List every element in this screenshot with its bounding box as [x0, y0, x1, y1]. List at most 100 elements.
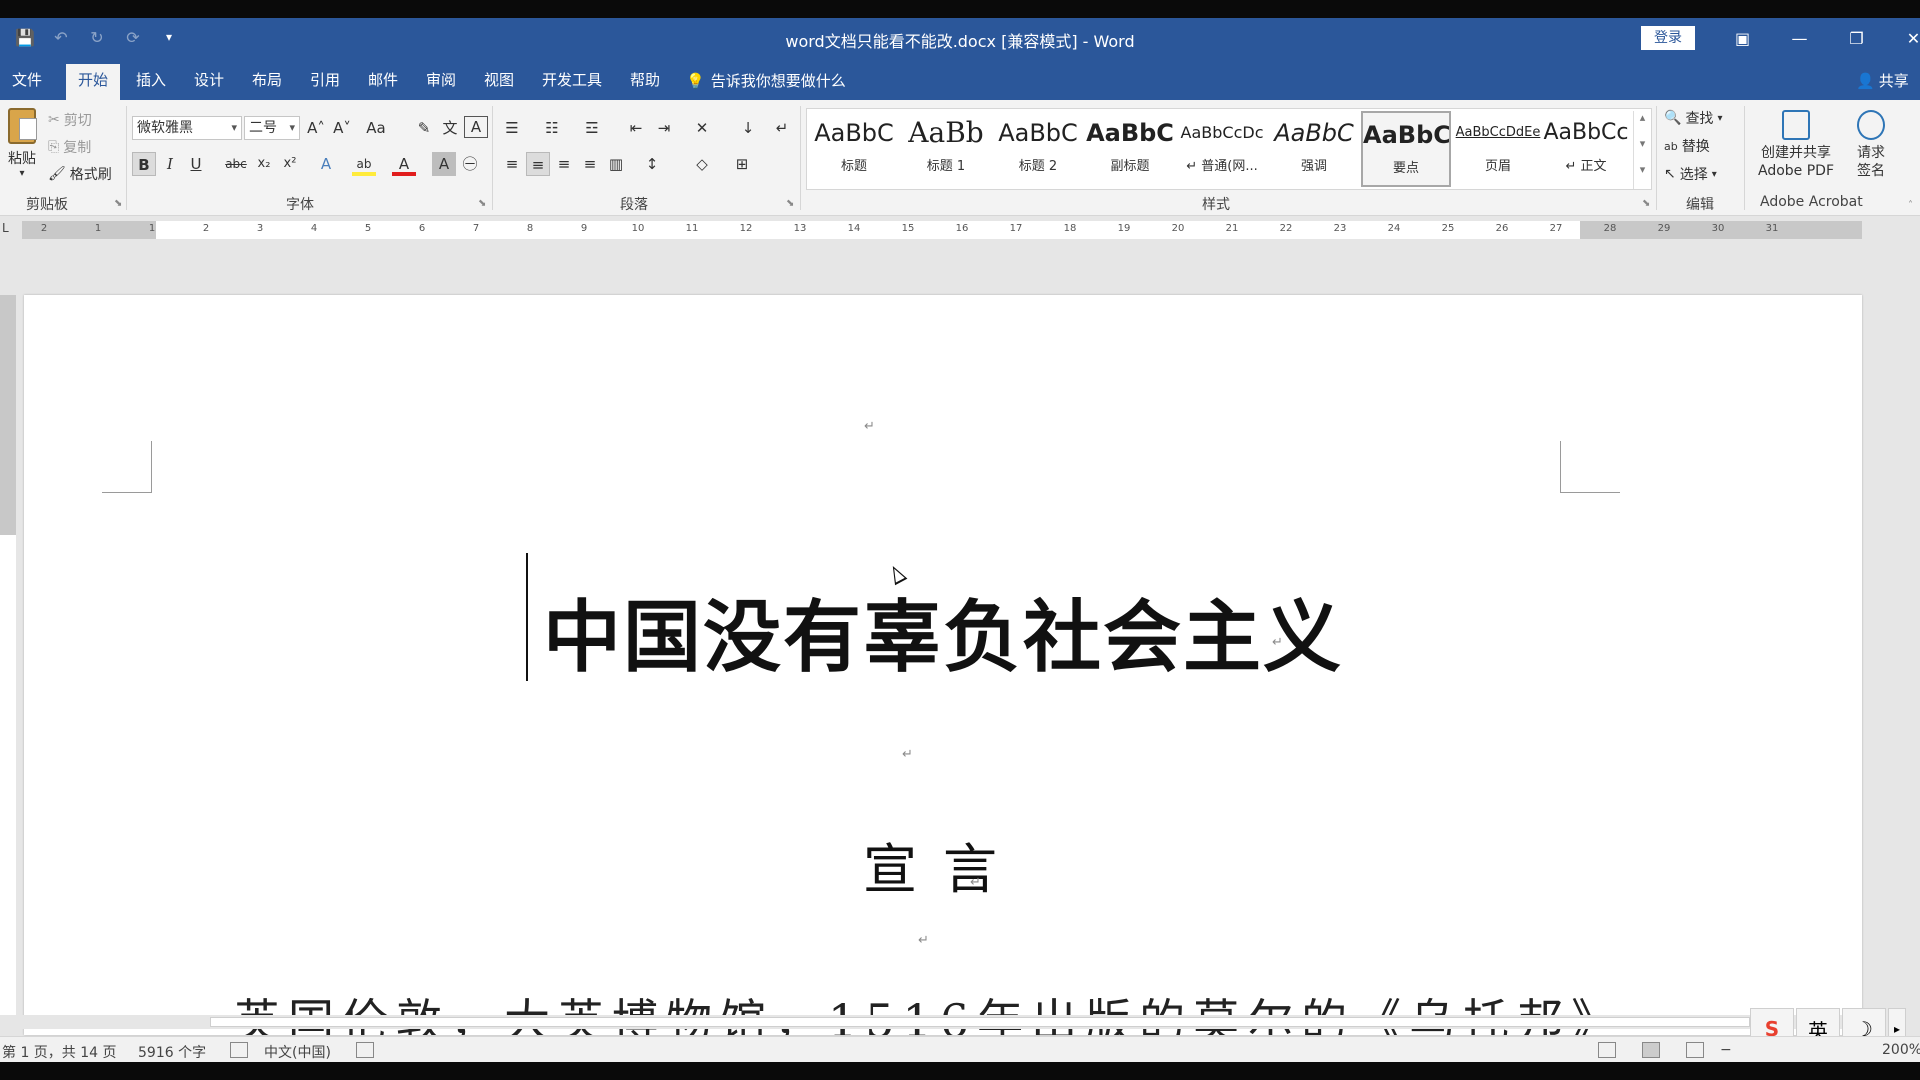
tab-developer[interactable]: 开发工具 — [530, 64, 614, 100]
language-indicator[interactable]: 中文(中国) — [264, 1042, 331, 1062]
show-marks-icon[interactable]: ↵ — [770, 116, 794, 140]
multilevel-list-icon[interactable]: ☲ — [580, 116, 604, 140]
grow-font-icon[interactable]: A˄ — [304, 116, 328, 140]
distributed-icon[interactable]: ▥ — [604, 152, 628, 176]
page-count[interactable]: 第 1 页，共 14 页 — [2, 1042, 117, 1062]
font-launcher-icon[interactable]: ⬊ — [478, 198, 486, 209]
borders-icon[interactable]: ⊞ — [730, 152, 754, 176]
styles-scroll-up-icon[interactable]: ▴ — [1633, 111, 1651, 137]
italic-button[interactable]: I — [158, 152, 182, 176]
tab-review[interactable]: 审阅 — [414, 64, 468, 100]
shrink-font-icon[interactable]: A˅ — [330, 116, 354, 140]
tell-me-search[interactable]: 💡 告诉我你想要做什么 — [686, 70, 846, 91]
request-signature-button[interactable]: 请求 签名 — [1846, 110, 1896, 180]
horizontal-scroll-thumb[interactable] — [210, 1017, 1750, 1027]
enclose-characters-icon[interactable]: ㊀ — [458, 152, 482, 176]
character-shading-icon[interactable]: A — [432, 152, 456, 176]
change-case-icon[interactable]: Aa — [364, 116, 388, 140]
sort-icon[interactable]: ↓ — [736, 116, 760, 140]
share-button[interactable]: 👤 共享 — [1856, 70, 1909, 91]
styles-more-icon[interactable]: ▾ — [1633, 163, 1651, 189]
copy-button[interactable]: ⎘ 复制 — [48, 137, 91, 157]
ribbon-display-icon[interactable]: ▣ — [1714, 18, 1771, 58]
style-body-text[interactable]: AaBbCc ↵ 正文 — [1541, 111, 1631, 187]
cut-button[interactable]: ✂ 剪切 — [48, 110, 92, 130]
style-subtitle[interactable]: AaBbC 副标题 — [1085, 111, 1175, 187]
tab-home[interactable]: 开始 — [66, 64, 121, 100]
highlight-color-icon[interactable]: ab — [352, 152, 376, 176]
font-name-combo[interactable]: 微软雅黑 — [132, 116, 242, 140]
style-emphasis[interactable]: AaBbC 强调 — [1269, 111, 1359, 187]
find-button[interactable]: 🔍 查找 ▾ — [1664, 108, 1722, 128]
tab-file[interactable]: 文件 — [0, 64, 54, 100]
document-subtitle[interactable]: 宣言 — [24, 825, 1862, 904]
line-spacing-icon[interactable]: ↕ — [640, 152, 664, 176]
word-count[interactable]: 5916 个字 — [138, 1042, 206, 1062]
minimize-icon[interactable]: — — [1771, 18, 1828, 58]
tab-design[interactable]: 设计 — [182, 64, 236, 100]
ruler-tick-label: 25 — [1441, 223, 1455, 234]
web-layout-icon[interactable] — [1686, 1042, 1704, 1058]
strikethrough-button[interactable]: abc — [224, 152, 248, 176]
justify-icon[interactable]: ≡ — [578, 152, 602, 176]
numbering-icon[interactable]: ☷ — [540, 116, 564, 140]
zoom-out-button[interactable]: − — [1720, 1042, 1732, 1058]
macro-recording-icon[interactable] — [356, 1042, 374, 1058]
font-color-icon[interactable]: A — [392, 152, 416, 176]
format-painter-button[interactable]: 🖌 格式刷 — [48, 164, 112, 184]
close-icon[interactable]: ✕ — [1885, 18, 1920, 58]
read-mode-icon[interactable] — [1598, 1042, 1616, 1058]
chinese-layout-icon[interactable]: ✕ — [690, 116, 714, 140]
styles-launcher-icon[interactable]: ⬊ — [1642, 198, 1650, 209]
vertical-scrollbar[interactable] — [1904, 245, 1920, 1023]
styles-scroll-down-icon[interactable]: ▾ — [1633, 137, 1651, 163]
collapse-ribbon-icon[interactable]: ˄ — [1908, 200, 1913, 211]
decrease-indent-icon[interactable]: ⇤ — [624, 116, 648, 140]
paragraph-shading-icon[interactable]: ◇ — [690, 152, 714, 176]
style-header[interactable]: AaBbCcDdEe 页眉 — [1453, 111, 1543, 187]
superscript-button[interactable]: x² — [278, 152, 302, 176]
style-heading-2[interactable]: AaBbC 标题 2 — [993, 111, 1083, 187]
phonetic-guide-icon[interactable]: 文 — [438, 116, 462, 140]
font-size-combo[interactable]: 二号 — [244, 116, 300, 140]
tab-layout[interactable]: 布局 — [240, 64, 294, 100]
zoom-level[interactable]: 200% — [1882, 1042, 1920, 1058]
restore-icon[interactable]: ❐ — [1828, 18, 1885, 58]
select-button[interactable]: ↖ 选择 ▾ — [1664, 164, 1717, 184]
style-normal-web[interactable]: AaBbCcDc ↵ 普通(网... — [1177, 111, 1267, 187]
title-bar: 💾 ↶ ↻ ⟳ ▾ word文档只能看不能改.docx [兼容模式] - Wor… — [0, 18, 1920, 58]
increase-indent-icon[interactable]: ⇥ — [652, 116, 676, 140]
text-effects-icon[interactable]: A — [314, 152, 338, 176]
paste-button[interactable]: 粘贴 ▾ — [4, 108, 40, 188]
align-center-icon[interactable]: ≡ — [526, 152, 550, 176]
clipboard-launcher-icon[interactable]: ⬊ — [114, 198, 122, 209]
bullets-icon[interactable]: ☰ — [500, 116, 524, 140]
style-title[interactable]: AaBbC 标题 — [809, 111, 899, 187]
tab-help[interactable]: 帮助 — [618, 64, 672, 100]
document-page[interactable]: ↵ 中国没有辜负社会主义 ↵ ↵ 宣言 ↵ ↵ 英国伦敦，大英博物馆，1516年… — [24, 295, 1862, 1035]
tab-insert[interactable]: 插入 — [124, 64, 178, 100]
tab-references[interactable]: 引用 — [298, 64, 352, 100]
tab-view[interactable]: 视图 — [472, 64, 526, 100]
subscript-button[interactable]: x₂ — [252, 152, 276, 176]
tab-selector-icon[interactable]: L — [2, 221, 18, 237]
style-strong[interactable]: AaBbC 要点 — [1361, 111, 1451, 187]
character-border-icon[interactable]: A — [464, 116, 488, 138]
clear-format-icon[interactable]: ✎ — [412, 116, 436, 140]
bold-button[interactable]: B — [132, 152, 156, 176]
underline-button[interactable]: U — [184, 152, 208, 176]
create-share-pdf-button[interactable]: 创建并共享 Adobe PDF — [1748, 110, 1844, 180]
document-title[interactable]: 中国没有辜负社会主义 — [24, 575, 1862, 687]
style-heading-1[interactable]: AaBb 标题 1 — [901, 111, 991, 187]
align-left-icon[interactable]: ≡ — [500, 152, 524, 176]
proofing-icon[interactable] — [230, 1042, 248, 1058]
horizontal-ruler[interactable]: 2 1 1 2 3 4 5 6 7 8 9 10 11 12 13 14 15 16 17 18 19 20 21 22 23 2… — [22, 221, 1862, 239]
replace-button[interactable]: ab 替换 — [1664, 136, 1710, 156]
print-layout-icon[interactable] — [1642, 1042, 1660, 1058]
horizontal-scrollbar[interactable] — [0, 1015, 1904, 1029]
paragraph-launcher-icon[interactable]: ⬊ — [786, 198, 794, 209]
vertical-ruler[interactable] — [0, 295, 16, 1025]
tab-mailings[interactable]: 邮件 — [356, 64, 410, 100]
login-button[interactable]: 登录 — [1641, 26, 1695, 50]
align-right-icon[interactable]: ≡ — [552, 152, 576, 176]
